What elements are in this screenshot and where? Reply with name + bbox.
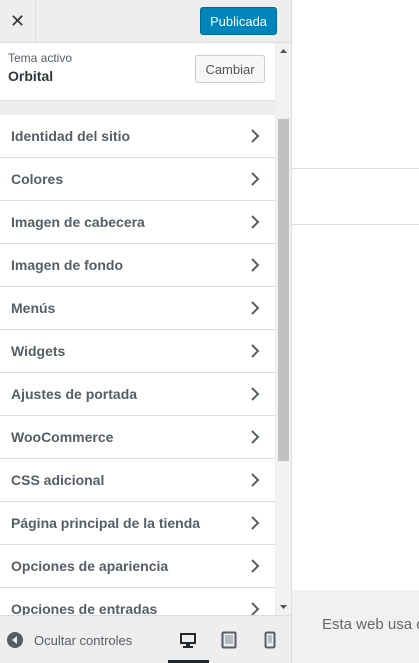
collapse-controls-label: Ocultar controles: [34, 632, 133, 648]
active-theme-label: Tema activo: [8, 51, 73, 65]
chevron-right-icon: [251, 559, 260, 573]
customizer-menu: Identidad del sitio Colores Imagen de cabe…: [0, 115, 275, 631]
publish-button[interactable]: Publicada: [200, 7, 277, 35]
chevron-right-icon: [251, 430, 260, 444]
chevron-right-icon: [251, 602, 260, 616]
scroll-down-arrow-icon[interactable]: [276, 601, 291, 613]
preview-divider: [292, 168, 419, 169]
chevron-right-icon: [251, 172, 260, 186]
chevron-right-icon: [251, 344, 260, 358]
cookie-notice-bar: Esta web usa c: [292, 590, 419, 663]
customizer-section-item[interactable]: Colores: [0, 158, 275, 201]
sidebar-scrollbar[interactable]: [276, 43, 291, 615]
desktop-icon: [180, 633, 196, 648]
mobile-icon: [264, 631, 276, 649]
chevron-right-icon: [251, 516, 260, 530]
close-icon: ✕: [9, 10, 26, 31]
preview-desktop-button[interactable]: [168, 628, 209, 663]
section-label: Identidad del sitio: [11, 128, 131, 144]
chevron-right-icon: [251, 129, 260, 143]
customizer-header: ✕ Publicada: [0, 0, 291, 43]
scroll-up-arrow-icon[interactable]: [276, 45, 291, 57]
customizer-section-item[interactable]: CSS adicional: [0, 459, 275, 502]
scroll-thumb[interactable]: [278, 119, 289, 461]
section-label: WooCommerce: [11, 429, 114, 445]
section-label: Imagen de fondo: [11, 257, 123, 273]
chevron-right-icon: [251, 473, 260, 487]
chevron-right-icon: [251, 387, 260, 401]
section-label: Página principal de la tienda: [11, 515, 201, 531]
change-theme-button[interactable]: Cambiar: [195, 55, 265, 83]
preview-mobile-button[interactable]: [258, 628, 282, 652]
active-theme-panel: Tema activo Orbital Cambiar: [0, 43, 275, 101]
preview-tablet-button[interactable]: [217, 628, 241, 652]
customizer-section-item[interactable]: Página principal de la tienda: [0, 502, 275, 545]
customizer-section-item[interactable]: Opciones de apariencia: [0, 545, 275, 588]
section-label: Imagen de cabecera: [11, 214, 145, 230]
section-label: CSS adicional: [11, 472, 105, 488]
active-theme-name: Orbital: [8, 68, 54, 84]
customizer-sidebar: ✕ Publicada Tema activo Orbital Cambiar …: [0, 0, 292, 663]
section-label: Opciones de apariencia: [11, 558, 169, 574]
site-preview: Esta web usa c: [292, 0, 419, 663]
customizer-section-item[interactable]: Widgets: [0, 330, 275, 373]
section-label: Colores: [11, 171, 64, 187]
customizer-section-item[interactable]: Imagen de cabecera: [0, 201, 275, 244]
cookie-notice-text: Esta web usa c: [322, 616, 419, 633]
section-label: Ajustes de portada: [11, 386, 138, 402]
customizer-section-item[interactable]: Ajustes de portada: [0, 373, 275, 416]
tablet-icon: [221, 631, 237, 649]
customizer-section-item[interactable]: Identidad del sitio: [0, 115, 275, 158]
customizer-section-item[interactable]: Imagen de fondo: [0, 244, 275, 287]
customizer-footer: Ocultar controles: [0, 615, 291, 663]
collapse-controls-button[interactable]: Ocultar controles: [7, 630, 132, 650]
customizer-section-item[interactable]: Menús: [0, 287, 275, 330]
close-button[interactable]: ✕: [0, 0, 36, 42]
section-label: Widgets: [11, 343, 66, 359]
chevron-right-icon: [251, 215, 260, 229]
section-label: Menús: [11, 300, 56, 316]
chevron-right-icon: [251, 258, 260, 272]
collapse-arrow-icon: [7, 632, 23, 648]
customizer-section-item[interactable]: WooCommerce: [0, 416, 275, 459]
preview-divider: [292, 224, 419, 225]
chevron-right-icon: [251, 301, 260, 315]
